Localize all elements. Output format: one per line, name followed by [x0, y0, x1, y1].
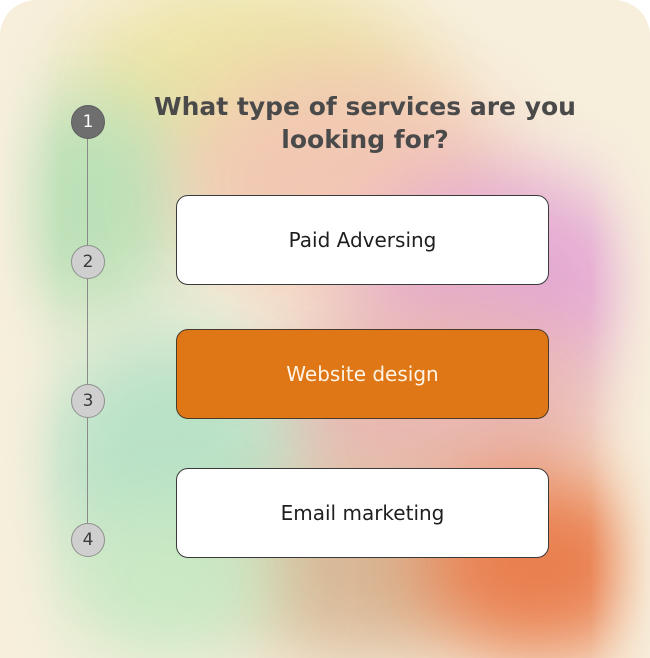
- step-indicator-1[interactable]: 1: [71, 105, 105, 139]
- step-indicator-4[interactable]: 4: [71, 523, 105, 557]
- question-title: What type of services are you looking fo…: [154, 92, 576, 154]
- step-indicator-3[interactable]: 3: [71, 384, 105, 418]
- option-label: Paid Adversing: [288, 228, 437, 252]
- background-fade: [590, 0, 650, 658]
- survey-card: What type of services are you looking fo…: [0, 0, 650, 658]
- step-connector-line: [87, 122, 88, 540]
- option-website-design-button[interactable]: Website design: [176, 329, 549, 419]
- step-indicator-2[interactable]: 2: [71, 245, 105, 279]
- option-email-marketing-button[interactable]: Email marketing: [176, 468, 549, 558]
- background-fade: [0, 0, 60, 658]
- option-label: Email marketing: [280, 501, 445, 525]
- option-paid-advertising-button[interactable]: Paid Adversing: [176, 195, 549, 285]
- option-label: Website design: [286, 362, 439, 386]
